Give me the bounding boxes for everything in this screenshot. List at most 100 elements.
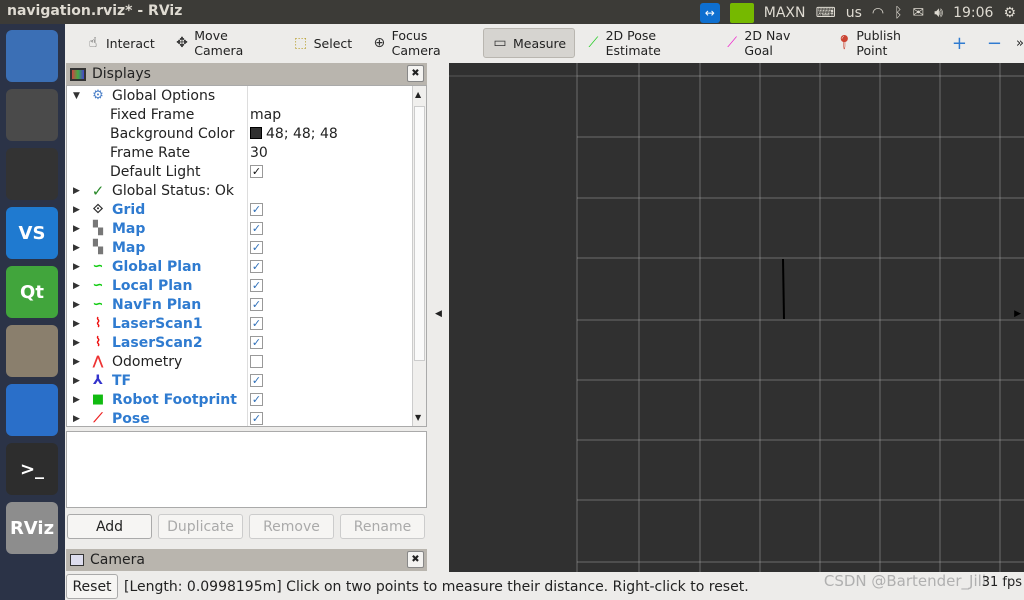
collapsed-arrow-icon[interactable]: ▶: [73, 186, 80, 196]
3d-view[interactable]: ▶: [449, 63, 1024, 572]
property-row[interactable]: Frame Rate 30: [67, 143, 426, 162]
map-pin-icon: 📍︎: [835, 35, 854, 51]
duplicate-button[interactable]: Duplicate: [158, 514, 243, 539]
property-row[interactable]: Background Color 48; 48; 48: [67, 124, 426, 143]
scrollbar[interactable]: ▲ ▼: [412, 86, 426, 426]
teamviewer-icon[interactable]: ↔: [699, 3, 720, 23]
color-value[interactable]: 48; 48; 48: [250, 126, 338, 142]
collapsed-arrow-icon[interactable]: ▶: [73, 262, 80, 272]
tree-row-global-status[interactable]: ▶ ✓ Global Status: Ok: [67, 181, 426, 200]
power-mode[interactable]: MAXN: [764, 5, 806, 21]
enable-checkbox[interactable]: ✓: [250, 336, 263, 349]
enable-checkbox[interactable]: ✓: [250, 260, 263, 273]
collapsed-arrow-icon[interactable]: ▶: [73, 243, 80, 253]
enable-checkbox[interactable]: ✓: [250, 241, 263, 254]
display-item[interactable]: ▶ ∽ Local Plan ✓: [67, 276, 426, 295]
tool-2d-pose-estimate[interactable]: ⟋ 2D Pose Estimate: [577, 28, 714, 58]
tool-focus-camera[interactable]: ⊕ Focus Camera: [363, 28, 481, 58]
collapsed-arrow-icon[interactable]: ▶: [73, 376, 80, 386]
remove-button[interactable]: Remove: [249, 514, 334, 539]
reset-button[interactable]: Reset: [66, 574, 118, 599]
wifi-icon[interactable]: ◠: [872, 5, 884, 21]
enable-checkbox[interactable]: ✓: [250, 412, 263, 425]
add-tool-icon[interactable]: +: [952, 33, 967, 54]
collapsed-arrow-icon[interactable]: ▶: [73, 414, 80, 424]
launcher-camera-app-icon[interactable]: [6, 89, 58, 141]
display-item[interactable]: ▶ ⅄ TF ✓: [67, 371, 426, 390]
launcher-qq-icon[interactable]: [6, 148, 58, 200]
collapsed-arrow-icon[interactable]: ▶: [73, 357, 80, 367]
tool-2d-nav-goal[interactable]: ⟋ 2D Nav Goal: [716, 28, 824, 58]
remove-tool-icon[interactable]: −: [987, 33, 1002, 54]
display-item[interactable]: ▶ ▚ Map ✓: [67, 238, 426, 257]
property-value[interactable]: map: [250, 107, 281, 123]
checkbox[interactable]: ✓: [250, 165, 263, 178]
tool-measure[interactable]: ▭ Measure: [482, 28, 576, 58]
display-item[interactable]: ▶ ⋀ Odometry: [67, 352, 426, 371]
enable-checkbox[interactable]: ✓: [250, 393, 263, 406]
collapse-right-icon[interactable]: ▶: [1014, 309, 1021, 319]
launcher-terminal-icon[interactable]: >_: [6, 443, 58, 495]
nvidia-icon[interactable]: [729, 3, 754, 23]
mail-icon[interactable]: ✉: [913, 5, 925, 21]
launcher-vscode-icon[interactable]: VS: [6, 207, 58, 259]
scroll-up-icon[interactable]: ▲: [415, 90, 421, 99]
scroll-thumb[interactable]: [414, 106, 425, 361]
enable-checkbox[interactable]: ✓: [250, 374, 263, 387]
launcher-rviz-icon[interactable]: RViz: [6, 502, 58, 554]
keyboard-icon[interactable]: ⌨: [816, 5, 836, 21]
collapsed-arrow-icon[interactable]: ▶: [73, 319, 80, 329]
enable-checkbox[interactable]: [250, 355, 263, 368]
display-label: Pose: [112, 410, 150, 427]
display-item[interactable]: ▶ ∽ Global Plan ✓: [67, 257, 426, 276]
enable-checkbox[interactable]: ✓: [250, 222, 263, 235]
tool-publish-point[interactable]: 📍︎ Publish Point: [826, 28, 935, 58]
collapsed-arrow-icon[interactable]: ▶: [73, 395, 80, 405]
panel-splitter[interactable]: ◀: [428, 63, 449, 573]
enable-checkbox[interactable]: ✓: [250, 203, 263, 216]
property-row[interactable]: Default Light ✓: [67, 162, 426, 181]
launcher-ubuntu-dash-icon[interactable]: [6, 30, 58, 82]
collapsed-arrow-icon[interactable]: ▶: [73, 300, 80, 310]
display-item[interactable]: ▶ ⟐ Grid ✓: [67, 200, 426, 219]
property-label: Background Color: [110, 125, 235, 142]
scroll-down-icon[interactable]: ▼: [415, 413, 421, 422]
enable-checkbox[interactable]: ✓: [250, 317, 263, 330]
display-label: LaserScan2: [112, 334, 203, 351]
display-item[interactable]: ▶ ▚ Map ✓: [67, 219, 426, 238]
display-item[interactable]: ▶ ■ Robot Footprint ✓: [67, 390, 426, 409]
tool-select[interactable]: ⬚ Select: [284, 28, 362, 58]
volume-icon[interactable]: 🔊︎: [934, 5, 943, 21]
clock[interactable]: 19:06: [953, 5, 993, 21]
collapsed-arrow-icon[interactable]: ▶: [73, 338, 80, 348]
polygon-icon: ■: [91, 392, 105, 407]
close-icon[interactable]: ✖: [407, 65, 424, 82]
collapsed-arrow-icon[interactable]: ▶: [73, 281, 80, 291]
display-item[interactable]: ▶ ∽ NavFn Plan ✓: [67, 295, 426, 314]
collapsed-arrow-icon[interactable]: ▶: [73, 224, 80, 234]
enable-checkbox[interactable]: ✓: [250, 279, 263, 292]
collapsed-arrow-icon[interactable]: ▶: [73, 205, 80, 215]
enable-checkbox[interactable]: ✓: [250, 298, 263, 311]
tool-interact[interactable]: ☝ Interact: [76, 28, 164, 58]
launcher-qt-creator-icon[interactable]: Qt: [6, 266, 58, 318]
collapse-left-icon[interactable]: ◀: [435, 309, 442, 319]
rename-button[interactable]: Rename: [340, 514, 425, 539]
tree-row-global-options[interactable]: ▼ ⚙ Global Options: [67, 86, 426, 105]
add-button[interactable]: Add: [67, 514, 152, 539]
property-label: Fixed Frame: [110, 106, 195, 123]
display-item[interactable]: ▶ ⌇ LaserScan1 ✓: [67, 314, 426, 333]
bluetooth-icon[interactable]: ᛒ: [894, 5, 902, 21]
property-value[interactable]: 30: [250, 145, 268, 161]
property-row[interactable]: Fixed Frame map: [67, 105, 426, 124]
keyboard-layout[interactable]: us: [846, 5, 862, 21]
tool-move-camera[interactable]: ✥ Move Camera: [166, 28, 282, 58]
settings-gear-icon[interactable]: ⚙: [1003, 5, 1016, 21]
launcher-files-icon[interactable]: [6, 325, 58, 377]
display-item[interactable]: ▶ ⟋ Pose ✓: [67, 409, 426, 427]
launcher-chromium-icon[interactable]: [6, 384, 58, 436]
display-item[interactable]: ▶ ⌇ LaserScan2 ✓: [67, 333, 426, 352]
expanded-arrow-icon[interactable]: ▼: [73, 91, 80, 101]
more-tools-icon[interactable]: »: [1016, 36, 1024, 51]
close-icon[interactable]: ✖: [407, 551, 424, 568]
